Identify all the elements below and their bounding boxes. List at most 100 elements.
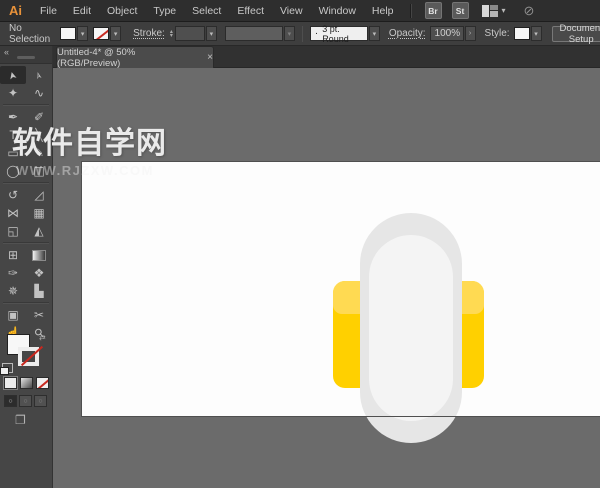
menu-select[interactable]: Select [184,5,229,17]
tool-group-divider [0,180,52,186]
style-chevron-icon[interactable]: ▾ [530,26,542,41]
stepper-down-icon[interactable]: ▾ [170,33,173,39]
menu-effect[interactable]: Effect [229,5,272,17]
eyedropper-icon: ✑ [7,266,19,280]
variable-width-chevron-icon[interactable]: ▾ [283,26,295,41]
variable-width-field[interactable] [224,26,283,41]
symbol-sprayer-tool[interactable]: ✵ [0,282,26,300]
selection-tool[interactable]: ➤ [0,66,26,84]
tool-group-divider [0,240,52,246]
default-fill-stroke-icon[interactable] [0,363,13,375]
width-tool[interactable]: ⋈ [0,204,26,222]
menu-window[interactable]: Window [311,5,364,17]
tool-grid: ➤ ➢ ✦ ∿ ✒ ✐ T ╲ ▭ ✎ ◯ ◫ ↺ ◿ ⋈ ▦ ◱ ◭ ⊞ ✑ … [0,64,52,342]
workspace-chevron-icon[interactable]: ▾ [502,6,506,15]
direct-selection-tool[interactable]: ➢ [26,66,52,84]
stroke-color-control[interactable]: ▾ [93,26,122,41]
color-mode-buttons [3,376,49,390]
shape-builder-tool[interactable]: ◱ [0,222,26,240]
none-button[interactable] [36,377,49,389]
blend-tool[interactable]: ❖ [26,264,52,282]
rectangle-icon: ▭ [7,146,19,160]
fill-swatch[interactable] [60,27,77,40]
stroke-chevron-icon[interactable]: ▾ [110,26,122,41]
variable-width-dropdown[interactable]: ▾ [224,26,295,41]
stroke-panel-link[interactable]: Stroke: [133,28,165,39]
fill-color-control[interactable]: ▾ [60,26,89,41]
slice-tool[interactable]: ✂ [26,306,52,324]
pen-tool[interactable]: ✒ [0,108,26,126]
capsule-shape[interactable] [360,213,462,443]
line-segment-icon: ╲ [35,128,43,142]
stroke-none-swatch[interactable] [93,27,110,40]
graphic-style-control[interactable]: ▾ [513,26,542,41]
brush-definition-field[interactable]: · 3 pt. Round [309,24,368,44]
gradient-button[interactable] [20,377,33,389]
screen-mode-icon[interactable]: ❐ [15,413,26,427]
opacity-flyout-icon[interactable]: › [464,26,476,41]
cs-live-icon[interactable]: ⊘ [524,3,535,19]
eyedropper-tool[interactable]: ✑ [0,264,26,282]
color-button[interactable] [3,376,18,390]
document-setup-button[interactable]: Document Setup [551,23,600,45]
line-segment-tool[interactable]: ╲ [26,126,52,144]
draw-behind-button[interactable]: ○ [19,395,32,407]
stroke-color-swatch[interactable] [18,345,44,367]
brush-chevron-icon[interactable]: ▾ [368,26,380,41]
selection-icon: ➤ [6,69,20,81]
menubar-divider [409,3,412,18]
eraser-tool[interactable]: ◫ [26,162,52,180]
stroke-weight-control[interactable]: ▴ ▾ ▾ [170,26,217,41]
free-transform-tool[interactable]: ▦ [26,204,52,222]
opacity-control[interactable]: 100% › [429,26,476,41]
bridge-button[interactable]: Br [424,2,442,19]
lasso-tool[interactable]: ∿ [26,84,52,102]
menu-view[interactable]: View [272,5,311,17]
menu-edit[interactable]: Edit [65,5,99,17]
stock-button[interactable]: St [451,2,469,19]
scale-tool[interactable]: ◿ [26,186,52,204]
swap-fill-stroke-icon[interactable]: ⇄ [39,333,46,342]
column-graph-icon: ▙ [34,284,44,298]
brush-definition-dropdown[interactable]: · 3 pt. Round ▾ [309,24,380,44]
document-tab[interactable]: Untitled-4* @ 50% (RGB/Preview) × [56,46,214,69]
menu-file[interactable]: File [32,5,65,17]
width-icon: ⋈ [7,206,19,220]
type-tool[interactable]: T [0,126,26,144]
menu-object[interactable]: Object [99,5,145,17]
workspace-switcher-icon[interactable] [481,4,498,17]
magic-wand-icon: ✦ [7,86,19,100]
column-graph-tool[interactable]: ▙ [26,282,52,300]
ellipse-icon: ◯ [6,164,20,178]
toolbar-header[interactable]: « [0,46,52,64]
illustrator-window: Ai File Edit Object Type Select Effect V… [0,0,600,488]
canvas[interactable] [53,68,600,488]
mesh-tool[interactable]: ⊞ [0,246,26,264]
draw-inside-button[interactable]: ○ [34,395,47,407]
collapse-toolbar-icon[interactable]: « [4,47,9,57]
style-swatch[interactable] [513,27,530,40]
artboard-tool[interactable]: ▣ [0,306,26,324]
tab-close-icon[interactable]: × [207,52,213,63]
ellipse-tool[interactable]: ◯ [0,162,26,180]
paintbrush-tool[interactable]: ✐ [26,108,52,126]
blend-icon: ❖ [33,266,45,280]
gradient-tool[interactable] [26,246,52,264]
draw-normal-button[interactable]: ○ [4,395,17,407]
opacity-panel-link[interactable]: Opacity: [389,28,426,39]
stroke-weight-chevron-icon[interactable]: ▾ [205,26,217,41]
eraser-icon: ◫ [33,164,45,178]
menu-help[interactable]: Help [364,5,402,17]
rectangle-tool[interactable]: ▭ [0,144,26,162]
opacity-field[interactable]: 100% [429,26,464,41]
stroke-weight-field[interactable] [174,26,205,41]
stroke-weight-stepper[interactable]: ▴ ▾ [170,29,173,39]
perspective-grid-icon: ◭ [34,224,44,238]
magic-wand-tool[interactable]: ✦ [0,84,26,102]
menu-type[interactable]: Type [145,5,184,17]
toolbar-grip[interactable] [17,56,35,59]
fill-chevron-icon[interactable]: ▾ [77,26,89,41]
pencil-tool[interactable]: ✎ [26,144,52,162]
perspective-grid-tool[interactable]: ◭ [26,222,52,240]
rotate-tool[interactable]: ↺ [0,186,26,204]
